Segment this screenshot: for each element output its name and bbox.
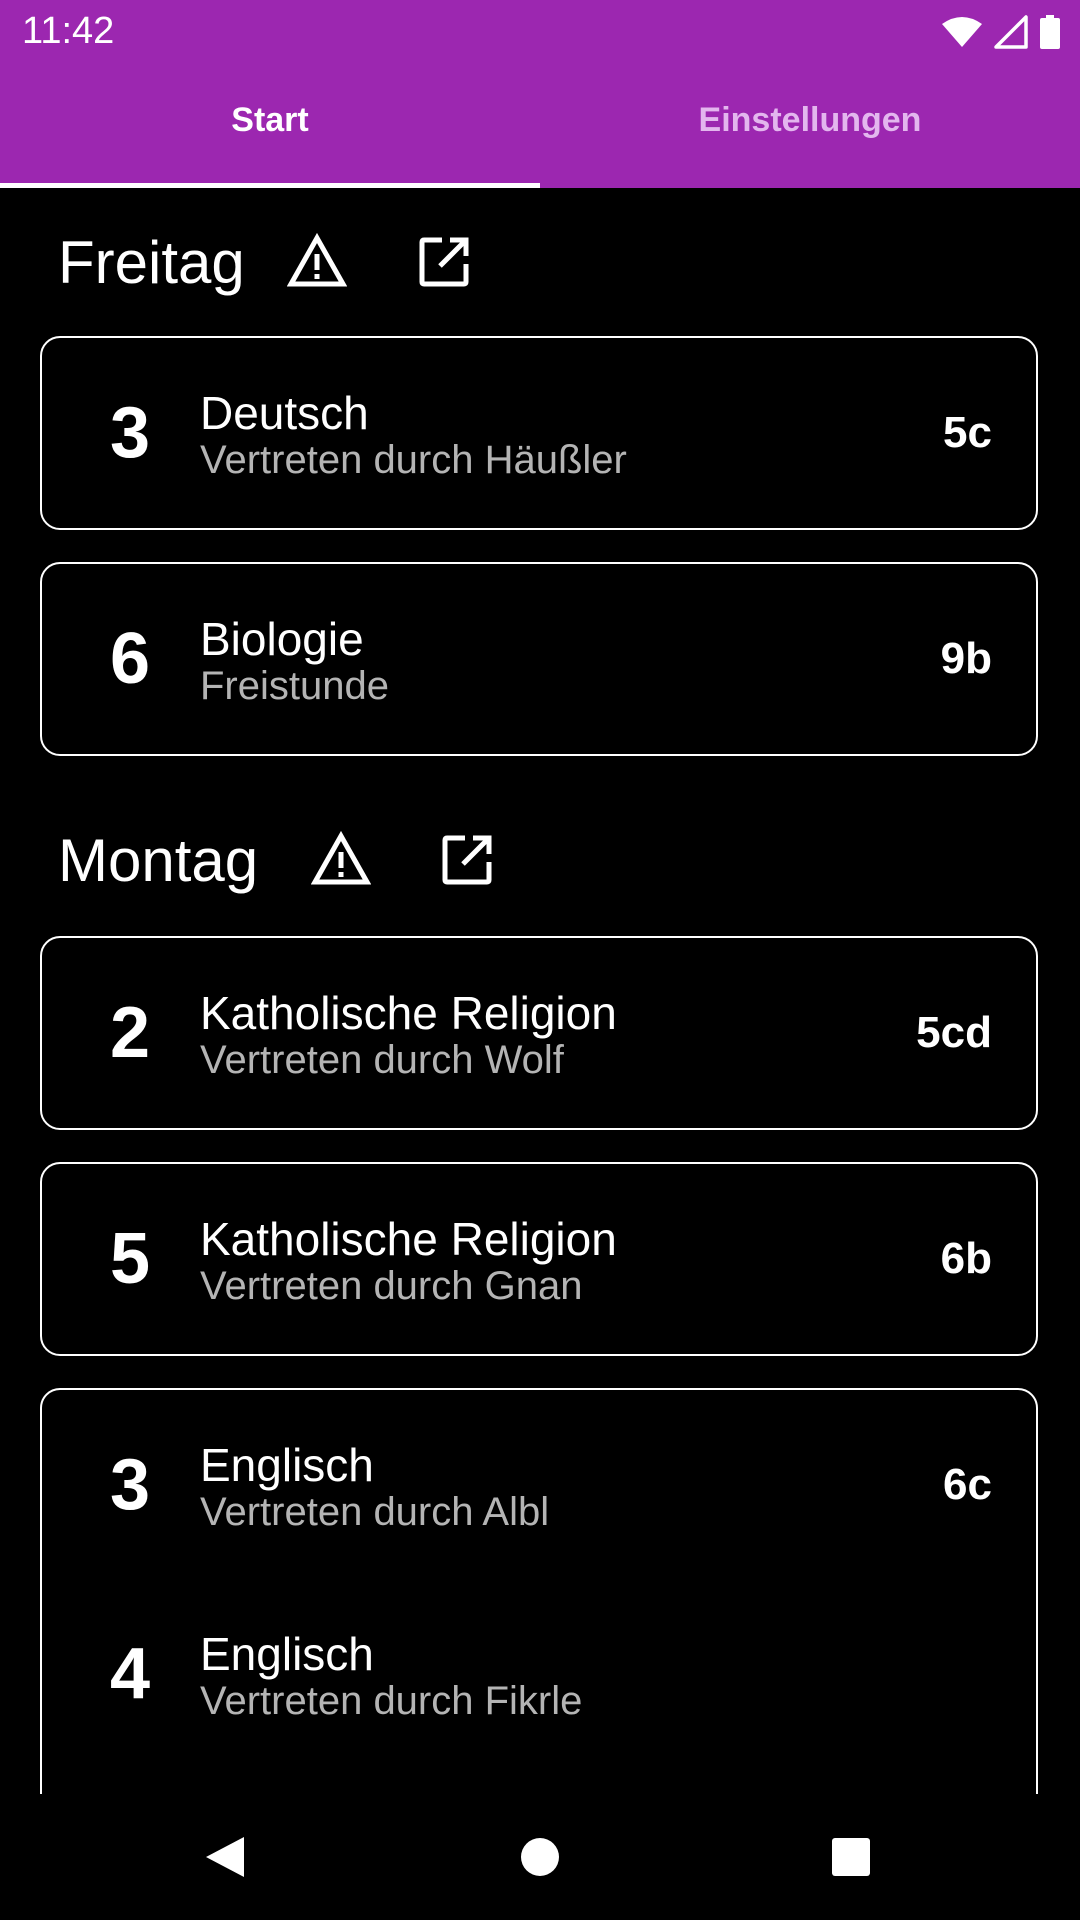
subject-name: Biologie (200, 613, 364, 665)
substitution-row: 5 Katholische Religion Vertreten durch G… (42, 1194, 1036, 1324)
home-icon[interactable] (512, 1829, 568, 1885)
subject-name: Englisch (200, 1439, 374, 1491)
period-number: 4 (109, 1634, 151, 1714)
tab-einstellungen-label: Einstellungen (698, 100, 922, 139)
substitution-card[interactable]: 6 Biologie Freistunde 9b (40, 562, 1038, 756)
class-label: 5c (943, 408, 992, 457)
substitution-row: 6 Biologie Freistunde 9b (42, 594, 1036, 724)
battery-icon (1040, 15, 1060, 49)
class-label: 5cd (916, 1008, 992, 1057)
day-header: Montag (58, 820, 258, 900)
period-number: 5 (109, 1219, 151, 1299)
status-bar: 11:42 (0, 0, 1080, 64)
warning-icon[interactable] (287, 232, 347, 292)
subject-name: Deutsch (200, 387, 369, 439)
tab-einstellungen[interactable]: Einstellungen (540, 64, 1080, 188)
tab-start[interactable]: Start (0, 64, 540, 188)
navigation-bar (0, 1794, 1080, 1920)
day-title: Freitag (58, 228, 245, 296)
substitution-info: Vertreten durch Wolf (200, 1038, 564, 1082)
substitution-row: 2 Katholische Religion Vertreten durch W… (42, 968, 1036, 1098)
day-title: Montag (58, 826, 259, 894)
class-label: 6c (943, 1460, 992, 1509)
substitution-row: 3 Deutsch Vertreten durch Häußler 5c (42, 368, 1036, 498)
status-icons (942, 14, 1060, 50)
substitution-card[interactable]: 3 Deutsch Vertreten durch Häußler 5c (40, 336, 1038, 530)
status-time: 11:42 (22, 10, 115, 52)
subject-name: Katholische Religion (200, 987, 617, 1039)
substitution-card[interactable]: 5 Katholische Religion Vertreten durch G… (40, 1162, 1038, 1356)
substitution-info: Vertreten durch Gnan (200, 1264, 583, 1308)
subject-name: Katholische Religion (200, 1213, 617, 1265)
wifi-icon (942, 17, 982, 47)
open-external-icon[interactable] (437, 830, 497, 890)
subject-name: Englisch (200, 1628, 374, 1680)
day-header: Freitag (58, 222, 245, 302)
substitution-row: 3 Englisch Vertreten durch Albl 6c (42, 1420, 1036, 1550)
back-icon[interactable] (196, 1829, 252, 1885)
open-external-icon[interactable] (414, 232, 474, 292)
substitution-info: Vertreten durch Albl (200, 1490, 550, 1534)
substitution-card[interactable]: 3 Englisch Vertreten durch Albl 6c 4 Eng… (40, 1388, 1038, 1794)
substitution-info: Freistunde (200, 664, 389, 708)
period-number: 6 (109, 619, 151, 699)
tab-start-label: Start (231, 100, 309, 139)
substitution-row: 4 Englisch Vertreten durch Fikrle (42, 1609, 1036, 1739)
period-number: 3 (109, 393, 151, 473)
period-number: 2 (109, 993, 151, 1073)
substitution-list[interactable]: Freitag 3 Deutsch Vertreten durch Häußle… (0, 188, 1080, 1794)
substitution-card[interactable]: 2 Katholische Religion Vertreten durch W… (40, 936, 1038, 1130)
recents-icon[interactable] (823, 1829, 879, 1885)
signal-icon (994, 15, 1028, 49)
substitution-info: Vertreten durch Fikrle (200, 1679, 583, 1723)
period-number: 3 (109, 1445, 151, 1525)
class-label: 9b (940, 634, 992, 683)
tab-bar: Start Einstellungen (0, 64, 1080, 188)
class-label: 6b (940, 1234, 992, 1283)
warning-icon[interactable] (311, 830, 371, 890)
substitution-info: Vertreten durch Häußler (200, 438, 627, 482)
